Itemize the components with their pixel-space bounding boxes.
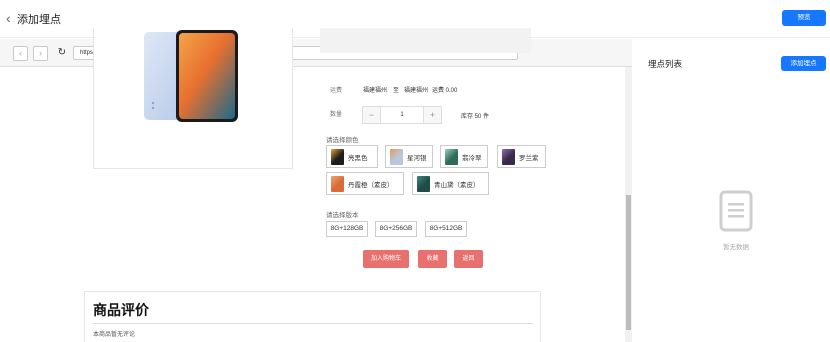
review-title: 商品评价	[93, 302, 149, 318]
color-option-purple[interactable]: 罗兰紫	[497, 145, 546, 168]
color-thumb	[331, 149, 344, 165]
color-option-green[interactable]: 翡冷翠	[440, 145, 488, 168]
ship-from: 福建福州	[363, 88, 388, 94]
review-empty-note: 本商品暂无评论	[93, 332, 136, 338]
add-tracking-button[interactable]: 添加埋点	[781, 56, 826, 71]
favorite-button[interactable]: 收藏	[418, 250, 447, 268]
refresh-icon[interactable]: ↻	[55, 46, 69, 60]
ship-to-word: 至	[393, 88, 400, 94]
version-option[interactable]: 8G+128GB	[326, 221, 368, 237]
stock-text: 库存 50 件	[461, 114, 490, 120]
add-to-cart-button[interactable]: 加入购物车	[363, 250, 409, 268]
color-section-label: 请选择颜色	[326, 137, 359, 144]
color-thumb	[417, 176, 430, 192]
ship-to: 福建福州	[404, 88, 429, 94]
color-option-silver[interactable]: 星河银	[385, 145, 433, 168]
color-thumb	[502, 149, 515, 165]
color-option-label: 青山黛（素皮）	[434, 182, 480, 189]
color-option-black[interactable]: 亮黑色	[326, 145, 378, 168]
tracking-list-title: 埋点列表	[648, 59, 683, 69]
color-thumb	[390, 149, 403, 165]
empty-text: 暂无数据	[723, 244, 749, 251]
color-option-orange[interactable]: 丹霞橙（素皮）	[326, 172, 404, 195]
shipping-fee: 运费 0.00	[432, 88, 458, 94]
scrollbar[interactable]	[625, 67, 632, 342]
version-option[interactable]: 8G+512GB	[425, 221, 467, 237]
color-option-label: 罗兰紫	[519, 155, 539, 162]
empty-document-icon	[719, 190, 753, 232]
review-section: 商品评价 本商品暂无评论	[84, 291, 541, 342]
review-divider	[93, 323, 533, 324]
embedded-browser: ‹ › ↻ https://dtm-beta.hwcloudtest.cn/dt…	[0, 28, 632, 342]
quantity-increase-button[interactable]: +	[423, 107, 441, 123]
color-thumb	[445, 149, 458, 165]
page-title: 添加埋点	[17, 14, 61, 26]
shipping-label: 运费	[330, 88, 343, 94]
preview-button[interactable]: 预览	[782, 10, 826, 26]
nav-back-icon[interactable]: ‹	[13, 46, 28, 61]
quantity-label: 数量	[330, 112, 343, 118]
price-area	[320, 28, 531, 53]
return-button[interactable]: 返回	[454, 250, 483, 268]
color-thumb	[331, 176, 344, 192]
quantity-decrease-button[interactable]: −	[363, 107, 381, 123]
quantity-stepper: − 1 +	[362, 106, 442, 124]
quantity-value[interactable]: 1	[381, 107, 423, 123]
nav-forward-icon[interactable]: ›	[33, 46, 48, 61]
color-option-label: 亮黑色	[348, 155, 368, 162]
color-option-label: 翡冷翠	[462, 155, 482, 162]
color-option-teal[interactable]: 青山黛（素皮）	[412, 172, 489, 195]
color-option-label: 星河银	[407, 155, 427, 162]
scrollbar-thumb[interactable]	[626, 195, 631, 330]
version-section-label: 请选择版本	[326, 212, 359, 219]
color-option-label: 丹霞橙（素皮）	[348, 182, 394, 189]
product-phone-image	[144, 30, 238, 122]
version-option[interactable]: 8G+256GB	[375, 221, 417, 237]
